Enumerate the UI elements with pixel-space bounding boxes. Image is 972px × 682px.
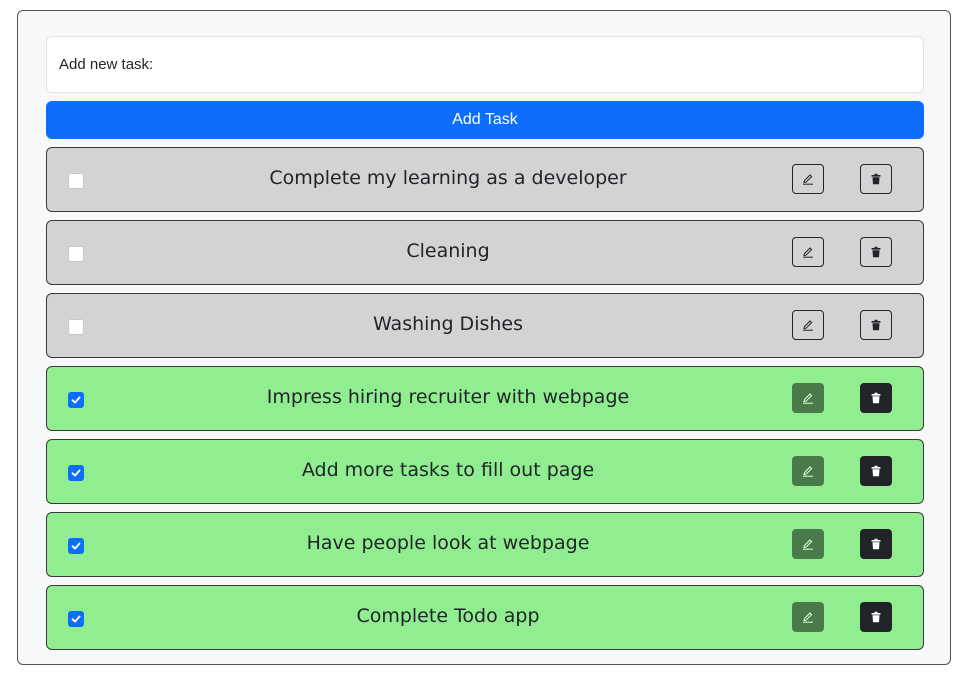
trash-icon	[871, 611, 881, 623]
pencil-icon	[803, 174, 813, 185]
pencil-icon	[803, 393, 813, 404]
edit-task-button[interactable]	[792, 456, 824, 486]
edit-task-button[interactable]	[792, 529, 824, 559]
task-text: Impress hiring recruiter with webpage	[266, 386, 630, 408]
task-text: Have people look at webpage	[306, 532, 590, 554]
task-complete-checkbox[interactable]	[68, 392, 84, 408]
edit-task-button[interactable]	[792, 237, 824, 267]
trash-icon	[871, 465, 881, 477]
pencil-icon	[803, 539, 813, 550]
task-list: Complete my learning as a developer Clea…	[46, 147, 924, 658]
pencil-icon	[803, 247, 813, 258]
task-complete-checkbox[interactable]	[68, 465, 84, 481]
task-complete-checkbox[interactable]	[68, 173, 84, 189]
check-icon	[71, 469, 81, 477]
new-task-input[interactable]	[46, 36, 924, 93]
task-complete-checkbox[interactable]	[68, 319, 84, 335]
task-row: Cleaning	[46, 220, 924, 285]
check-icon	[71, 615, 81, 623]
delete-task-button[interactable]	[860, 164, 892, 194]
task-row: Add more tasks to fill out page	[46, 439, 924, 504]
delete-task-button[interactable]	[860, 456, 892, 486]
delete-task-button[interactable]	[860, 529, 892, 559]
task-text: Complete my learning as a developer	[269, 167, 627, 189]
task-row: Complete my learning as a developer	[46, 147, 924, 212]
pencil-icon	[803, 612, 813, 623]
delete-task-button[interactable]	[860, 310, 892, 340]
todo-app-container: Add Task Complete my learning as a devel…	[17, 10, 951, 665]
edit-task-button[interactable]	[792, 164, 824, 194]
task-row: Have people look at webpage	[46, 512, 924, 577]
edit-task-button[interactable]	[792, 383, 824, 413]
task-complete-checkbox[interactable]	[68, 538, 84, 554]
task-row: Washing Dishes	[46, 293, 924, 358]
edit-task-button[interactable]	[792, 310, 824, 340]
check-icon	[71, 396, 81, 404]
trash-icon	[871, 538, 881, 550]
delete-task-button[interactable]	[860, 602, 892, 632]
task-text: Cleaning	[406, 240, 490, 262]
task-row: Impress hiring recruiter with webpage	[46, 366, 924, 431]
task-row: Complete Todo app	[46, 585, 924, 650]
add-task-button[interactable]: Add Task	[46, 101, 924, 139]
task-complete-checkbox[interactable]	[68, 246, 84, 262]
task-text: Washing Dishes	[372, 313, 523, 335]
edit-task-button[interactable]	[792, 602, 824, 632]
trash-icon	[871, 392, 881, 404]
task-text: Add more tasks to fill out page	[301, 459, 595, 481]
pencil-icon	[803, 320, 813, 331]
trash-icon	[871, 173, 881, 185]
pencil-icon	[803, 466, 813, 477]
trash-icon	[871, 319, 881, 331]
task-text: Complete Todo app	[356, 605, 540, 627]
delete-task-button[interactable]	[860, 237, 892, 267]
delete-task-button[interactable]	[860, 383, 892, 413]
check-icon	[71, 542, 81, 550]
trash-icon	[871, 246, 881, 258]
task-complete-checkbox[interactable]	[68, 611, 84, 627]
